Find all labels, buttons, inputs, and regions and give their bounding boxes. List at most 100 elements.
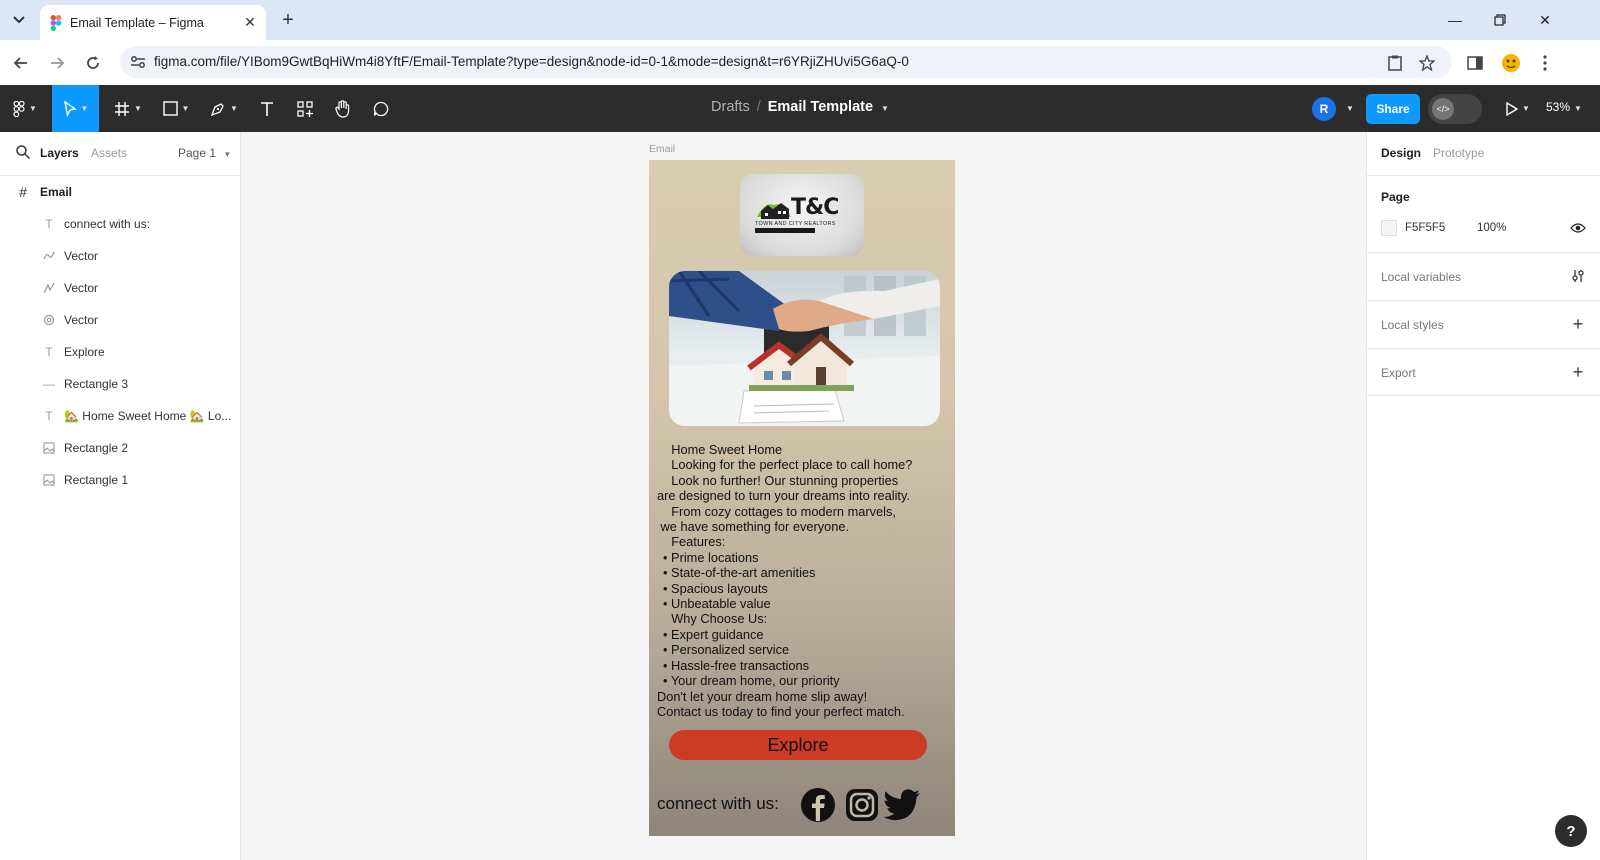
feature-bullet: State-of-the-art amenities <box>657 565 947 580</box>
local-variables-label: Local variables <box>1381 270 1462 284</box>
layer-name: Vector <box>64 249 99 263</box>
pen-tool[interactable]: ▼ <box>206 85 242 132</box>
close-window-button[interactable]: ✕ <box>1530 6 1560 34</box>
twitter-icon[interactable] <box>883 786 921 824</box>
page-section-title: Page <box>1381 190 1410 204</box>
layer-name: 🏡 Home Sweet Home 🏡 Lo... <box>64 409 232 423</box>
logo-card: T&C TOWN AND CITY REALTORS <box>740 174 864 256</box>
frame-label[interactable]: Email <box>649 143 675 155</box>
restore-button[interactable] <box>1485 6 1515 34</box>
frame-tool[interactable]: ▼ <box>110 85 146 132</box>
page-color-hex[interactable]: F5F5F5 <box>1405 222 1445 234</box>
text-tool[interactable] <box>252 85 282 132</box>
layer-item[interactable]: T 🏡 Home Sweet Home 🏡 Lo... <box>0 400 241 432</box>
tab-layers[interactable]: Layers <box>40 146 79 160</box>
url-field[interactable]: figma.com/file/YIBom9GwtBqHiWm4i8YftF/Em… <box>120 46 1452 78</box>
main-menu-button[interactable]: ▼ <box>0 85 50 132</box>
logo-text: T&C <box>791 195 839 220</box>
share-button[interactable]: Share <box>1366 94 1420 124</box>
user-avatar[interactable]: R <box>1312 97 1336 121</box>
layer-item[interactable]: Rectangle 1 <box>0 464 241 496</box>
tab-design[interactable]: Design <box>1381 146 1421 160</box>
explore-button[interactable]: Explore <box>669 730 927 760</box>
clipboard-icon[interactable] <box>1386 54 1404 72</box>
layer-item[interactable]: T Explore <box>0 336 241 368</box>
breadcrumb-drafts[interactable]: Drafts <box>711 99 750 115</box>
local-styles-row[interactable]: Local styles + <box>1367 300 1600 348</box>
body-line: Looking for the perfect place to call ho… <box>657 457 913 473</box>
new-tab-button[interactable]: + <box>276 8 300 32</box>
present-button[interactable]: ▼ <box>1500 85 1536 132</box>
tab-assets[interactable]: Assets <box>91 146 127 160</box>
text-icon: T <box>45 217 53 231</box>
comment-bubble-icon <box>373 101 389 116</box>
layer-name: Email <box>40 185 73 199</box>
page-color-swatch[interactable] <box>1381 220 1397 236</box>
file-name[interactable]: Email Template <box>768 99 873 115</box>
layer-item[interactable]: Vector <box>0 304 241 336</box>
hero-image <box>669 271 940 426</box>
arrow-right-icon <box>51 57 65 69</box>
facebook-icon[interactable] <box>799 786 837 824</box>
add-icon[interactable]: + <box>1569 362 1587 382</box>
help-button[interactable]: ? <box>1555 815 1587 847</box>
page-selector[interactable]: Page 1 ▼ <box>178 146 231 160</box>
minimize-button[interactable]: — <box>1440 6 1470 34</box>
layer-name: Rectangle 3 <box>64 377 129 391</box>
sliders-icon[interactable] <box>1569 267 1587 285</box>
house-logo-icon <box>757 203 791 219</box>
profile-avatar-icon[interactable] <box>1498 50 1524 76</box>
chevron-down-icon[interactable]: ▼ <box>881 104 889 113</box>
zoom-menu[interactable]: 53% ▼ <box>1546 100 1582 114</box>
logo-subtext: TOWN AND CITY REALTORS <box>755 221 836 227</box>
frame-hash-icon <box>115 101 130 116</box>
hand-tool[interactable] <box>328 85 358 132</box>
instagram-icon[interactable] <box>843 786 881 824</box>
layer-frame-email[interactable]: # Email <box>0 176 241 208</box>
reason-bullet: Personalized service <box>657 642 947 657</box>
play-icon <box>1506 101 1519 116</box>
arrow-left-icon <box>13 57 27 69</box>
reload-icon <box>87 56 99 69</box>
cursor-arrow-icon <box>63 100 77 117</box>
tab-search-button[interactable] <box>6 8 32 32</box>
layer-item[interactable]: — Rectangle 3 <box>0 368 241 400</box>
page-opacity[interactable]: 100% <box>1477 222 1506 234</box>
add-icon[interactable]: + <box>1569 314 1587 334</box>
search-icon[interactable] <box>15 144 31 160</box>
design-canvas[interactable]: Email T&C TOWN AND CITY REALTORS Home Sw… <box>241 132 1366 860</box>
body-line: Look no further! Our stunning properties <box>657 472 899 488</box>
reload-button[interactable] <box>80 50 106 76</box>
figma-toolbar: ▼ ▼ ▼ ▼ ▼ Drafts / Email Template ▼ R ▼ Sha… <box>0 85 1600 132</box>
side-panel-icon[interactable] <box>1462 50 1488 76</box>
back-button[interactable] <box>8 50 34 76</box>
browser-tab[interactable]: Email Template – Figma ✕ <box>40 5 266 40</box>
resources-tool[interactable] <box>290 85 320 132</box>
comment-tool[interactable] <box>366 85 396 132</box>
local-variables-row[interactable]: Local variables <box>1367 252 1600 300</box>
visibility-eye-icon[interactable] <box>1569 220 1587 236</box>
forward-button[interactable] <box>44 50 70 76</box>
page-selector-label: Page 1 <box>178 146 217 160</box>
dev-mode-toggle[interactable]: </> <box>1428 94 1482 124</box>
close-tab-icon[interactable]: ✕ <box>242 14 258 30</box>
resources-icon <box>297 100 313 117</box>
move-tool[interactable]: ▼ <box>52 85 99 132</box>
layer-item[interactable]: Rectangle 2 <box>0 432 241 464</box>
logo-underline <box>755 228 815 233</box>
tab-prototype[interactable]: Prototype <box>1433 146 1484 160</box>
layer-item[interactable]: Vector <box>0 240 241 272</box>
layer-item[interactable]: T connect with us: <box>0 208 241 240</box>
restore-icon <box>1494 14 1506 26</box>
layer-name: Explore <box>64 345 105 359</box>
shape-tool[interactable]: ▼ <box>158 85 194 132</box>
site-settings-icon[interactable] <box>126 50 150 74</box>
export-label: Export <box>1381 366 1416 380</box>
layer-item[interactable]: Vector <box>0 272 241 304</box>
bookmark-star-icon[interactable] <box>1418 54 1436 72</box>
code-icon: </> <box>1432 98 1454 120</box>
email-frame[interactable]: T&C TOWN AND CITY REALTORS Home Sweet Ho… <box>649 160 955 836</box>
browser-menu-icon[interactable] <box>1532 50 1558 76</box>
chevron-down-icon[interactable]: ▼ <box>1346 104 1354 113</box>
export-row[interactable]: Export + <box>1367 348 1600 396</box>
